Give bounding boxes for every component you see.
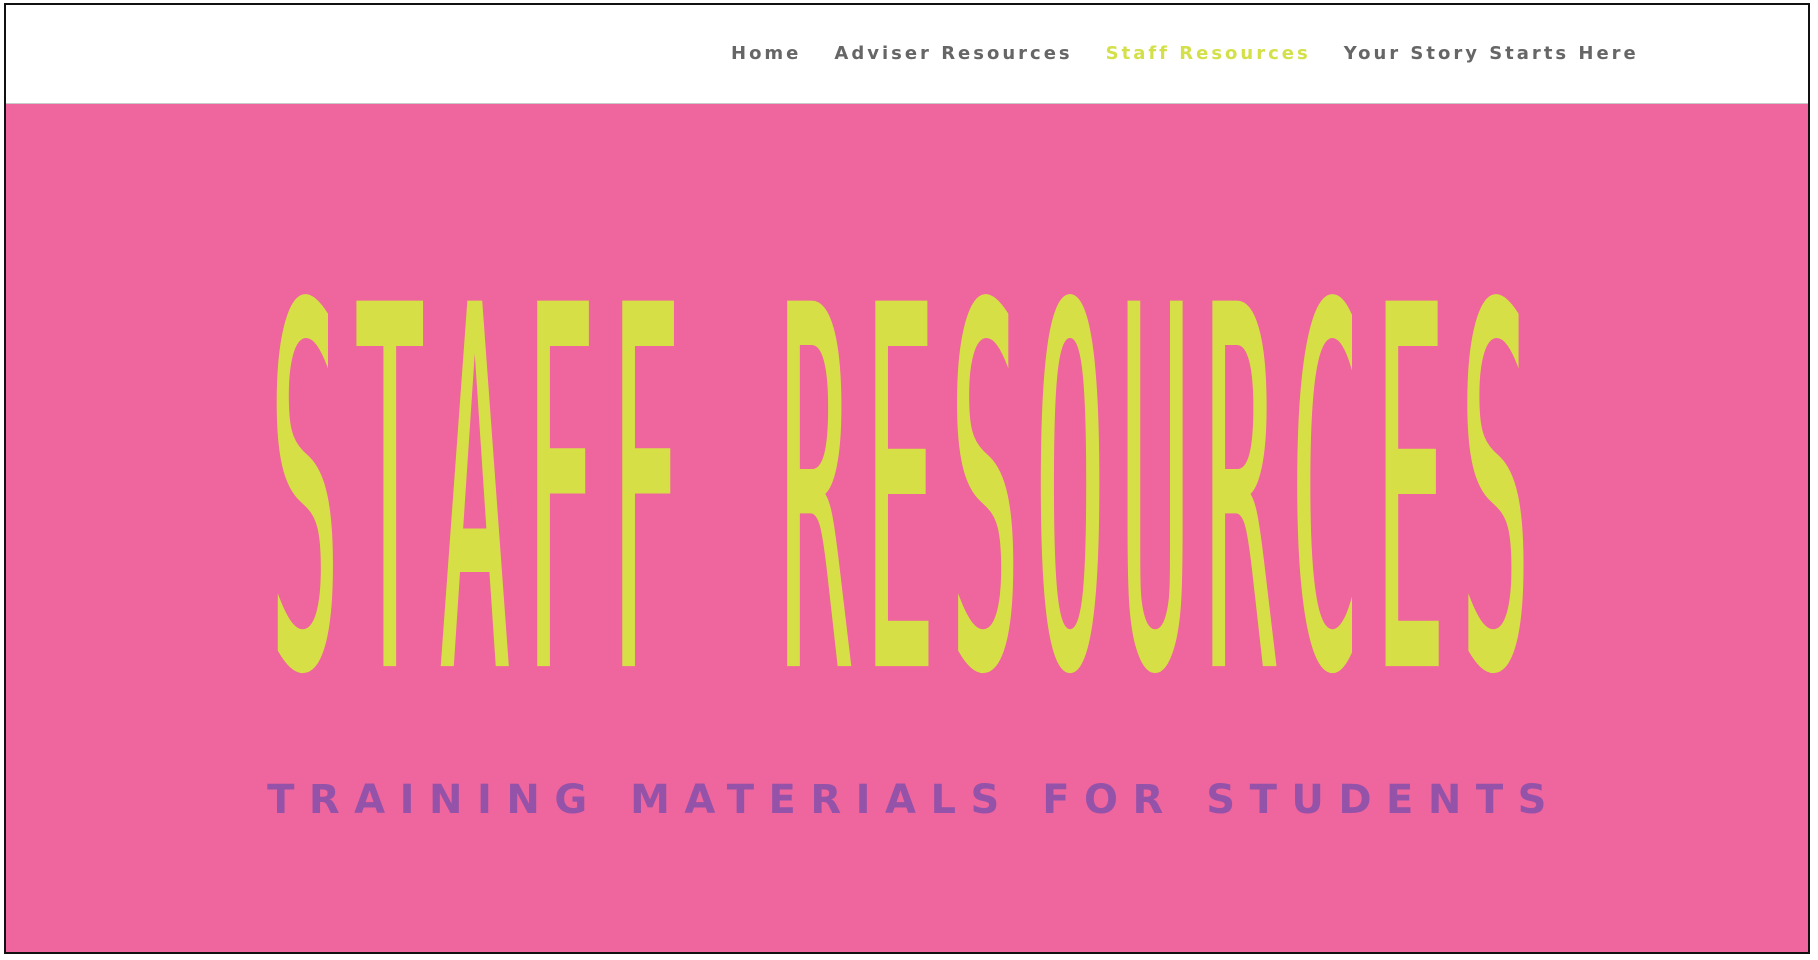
site-header: Home Adviser Resources Staff Resources Y… bbox=[6, 5, 1808, 104]
nav-item-adviser-resources[interactable]: Adviser Resources bbox=[834, 43, 1072, 64]
hero-subtitle: TRAINING MATERIALS FOR STUDENTS bbox=[267, 777, 1561, 823]
nav-item-staff-resources[interactable]: Staff Resources bbox=[1106, 43, 1311, 64]
nav-item-your-story-starts-here[interactable]: Your Story Starts Here bbox=[1344, 43, 1639, 64]
hero-title: STAFF RESOURCES bbox=[269, 202, 1545, 782]
nav-item-home[interactable]: Home bbox=[731, 43, 801, 64]
main-nav: Home Adviser Resources Staff Resources Y… bbox=[731, 43, 1639, 64]
browser-frame: Home Adviser Resources Staff Resources Y… bbox=[4, 3, 1810, 954]
hero-banner: STAFF RESOURCES TRAINING MATERIALS FOR S… bbox=[6, 104, 1808, 952]
